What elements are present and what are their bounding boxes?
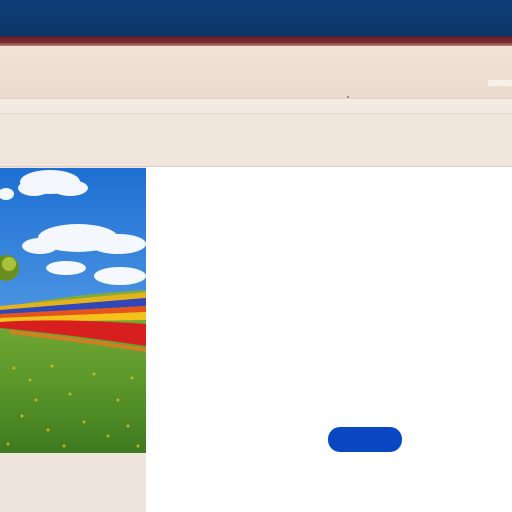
resize-handle[interactable] [488,80,512,86]
hero-image [0,168,146,453]
sub-toolbar [0,99,512,114]
separator-dot [347,96,349,98]
content-panel [146,167,512,512]
title-bar [0,0,512,36]
content-header [0,114,512,167]
accent-strip [0,36,512,46]
toolbar [0,46,512,99]
primary-action-button[interactable] [328,427,402,452]
